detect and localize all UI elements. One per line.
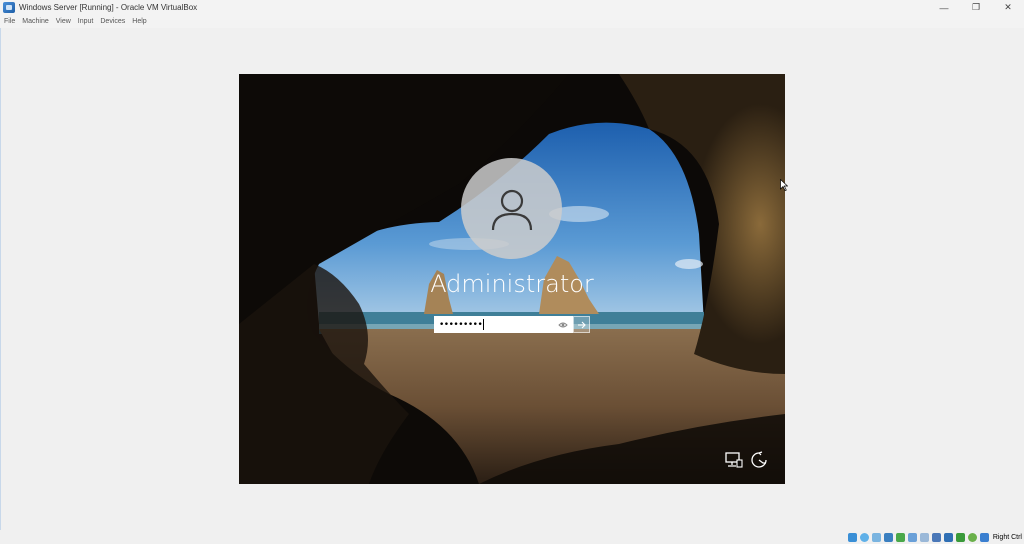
- display-icon[interactable]: [919, 532, 929, 542]
- minimize-button[interactable]: —: [928, 0, 960, 15]
- audio-icon[interactable]: [871, 532, 881, 542]
- mouse-cursor-icon: [780, 179, 788, 191]
- title-bar: Windows Server [Running] - Oracle VM Vir…: [0, 0, 1024, 15]
- guest-lock-screen[interactable]: Administrator •••••••••: [239, 74, 785, 484]
- cpu-icon[interactable]: [943, 532, 953, 542]
- shared-folder-icon[interactable]: [907, 532, 917, 542]
- arrow-right-icon: [577, 321, 586, 328]
- window-title: Windows Server [Running] - Oracle VM Vir…: [19, 3, 198, 12]
- menu-input[interactable]: Input: [78, 18, 94, 25]
- mouse-integration-icon[interactable]: [955, 532, 965, 542]
- host-key-label: Right Ctrl: [992, 533, 1022, 541]
- network-icon[interactable]: [725, 452, 743, 468]
- menu-machine[interactable]: Machine: [22, 18, 48, 25]
- recording-icon[interactable]: [931, 532, 941, 542]
- virtualbox-icon: [3, 2, 15, 13]
- status-bar: Right Ctrl: [0, 530, 1024, 544]
- user-icon: [491, 189, 532, 230]
- user-avatar: [461, 158, 562, 259]
- menu-view[interactable]: View: [56, 18, 71, 25]
- hard-disk-icon[interactable]: [847, 532, 857, 542]
- password-value: •••••••••: [439, 319, 485, 330]
- close-button[interactable]: ✕: [992, 0, 1024, 15]
- ease-of-access-icon[interactable]: [750, 451, 768, 469]
- eye-icon[interactable]: [558, 320, 568, 330]
- optical-drive-icon[interactable]: [859, 532, 869, 542]
- menu-file[interactable]: File: [4, 18, 15, 25]
- submit-button[interactable]: [573, 316, 590, 333]
- text-caret: [483, 319, 485, 330]
- network-adapter-icon[interactable]: [883, 532, 893, 542]
- keyboard-capture-icon[interactable]: [979, 532, 989, 542]
- usb-icon[interactable]: [895, 532, 905, 542]
- restore-button[interactable]: ❐: [960, 0, 992, 15]
- guest-additions-icon[interactable]: [967, 532, 977, 542]
- menu-devices[interactable]: Devices: [100, 18, 125, 25]
- password-field[interactable]: •••••••••: [434, 316, 573, 333]
- window-controls: — ❐ ✕: [928, 0, 1024, 15]
- username-label: Administrator: [430, 270, 594, 298]
- menu-bar: File Machine View Input Devices Help: [0, 15, 1024, 28]
- menu-help[interactable]: Help: [132, 18, 146, 25]
